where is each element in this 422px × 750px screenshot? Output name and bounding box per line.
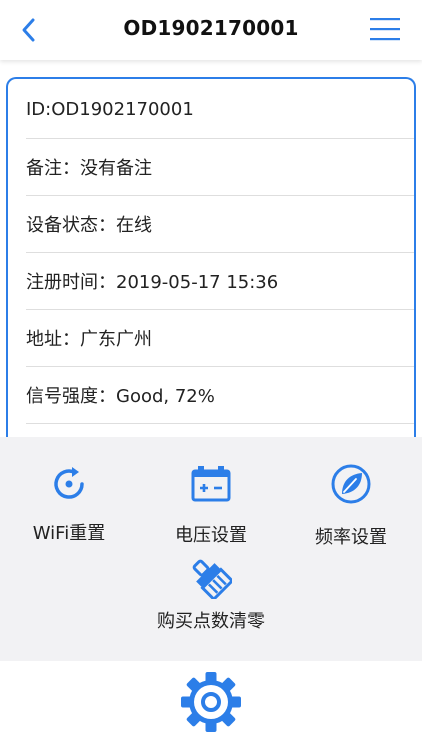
wifi-reset-button[interactable]: WiFi重置 bbox=[24, 463, 114, 545]
info-row-status: 设备状态：在线 bbox=[26, 195, 414, 253]
voltage-settings-button[interactable]: 电压设置 bbox=[166, 463, 256, 547]
clear-purchase-points-button[interactable]: 购买点数清零 bbox=[136, 557, 286, 633]
info-row-id: ID:OD1902170001 bbox=[26, 81, 414, 139]
frequency-settings-label: 频率设置 bbox=[315, 527, 387, 548]
gear-icon bbox=[181, 672, 241, 732]
wifi-reset-label: WiFi重置 bbox=[32, 523, 106, 544]
leaf-icon bbox=[331, 464, 371, 504]
info-row-remark: 备注：没有备注 bbox=[26, 138, 414, 196]
page-title: OD1902170001 bbox=[123, 16, 299, 40]
device-info-card: ID:OD1902170001 备注：没有备注 设备状态：在线 注册时间：201… bbox=[6, 77, 416, 449]
action-panel: WiFi重置 电压设置 频率设置 购买点数清零 bbox=[0, 437, 422, 661]
battery-icon bbox=[191, 466, 231, 502]
info-row-register-time: 注册时间：2019-05-17 15:36 bbox=[26, 252, 414, 310]
clear-purchase-points-label: 购买点数清零 bbox=[157, 611, 265, 632]
info-row-signal: 信号强度：Good, 72% bbox=[26, 366, 414, 424]
menu-button[interactable] bbox=[370, 16, 400, 42]
broom-icon bbox=[192, 559, 232, 599]
settings-button[interactable] bbox=[178, 669, 244, 735]
top-bar: OD1902170001 bbox=[0, 0, 422, 60]
voltage-settings-label: 电压设置 bbox=[175, 525, 247, 546]
hamburger-menu-icon bbox=[370, 18, 400, 41]
info-row-address: 地址：广东广州 bbox=[26, 309, 414, 367]
frequency-settings-button[interactable]: 频率设置 bbox=[306, 463, 396, 549]
wifi-reset-icon bbox=[54, 467, 84, 499]
